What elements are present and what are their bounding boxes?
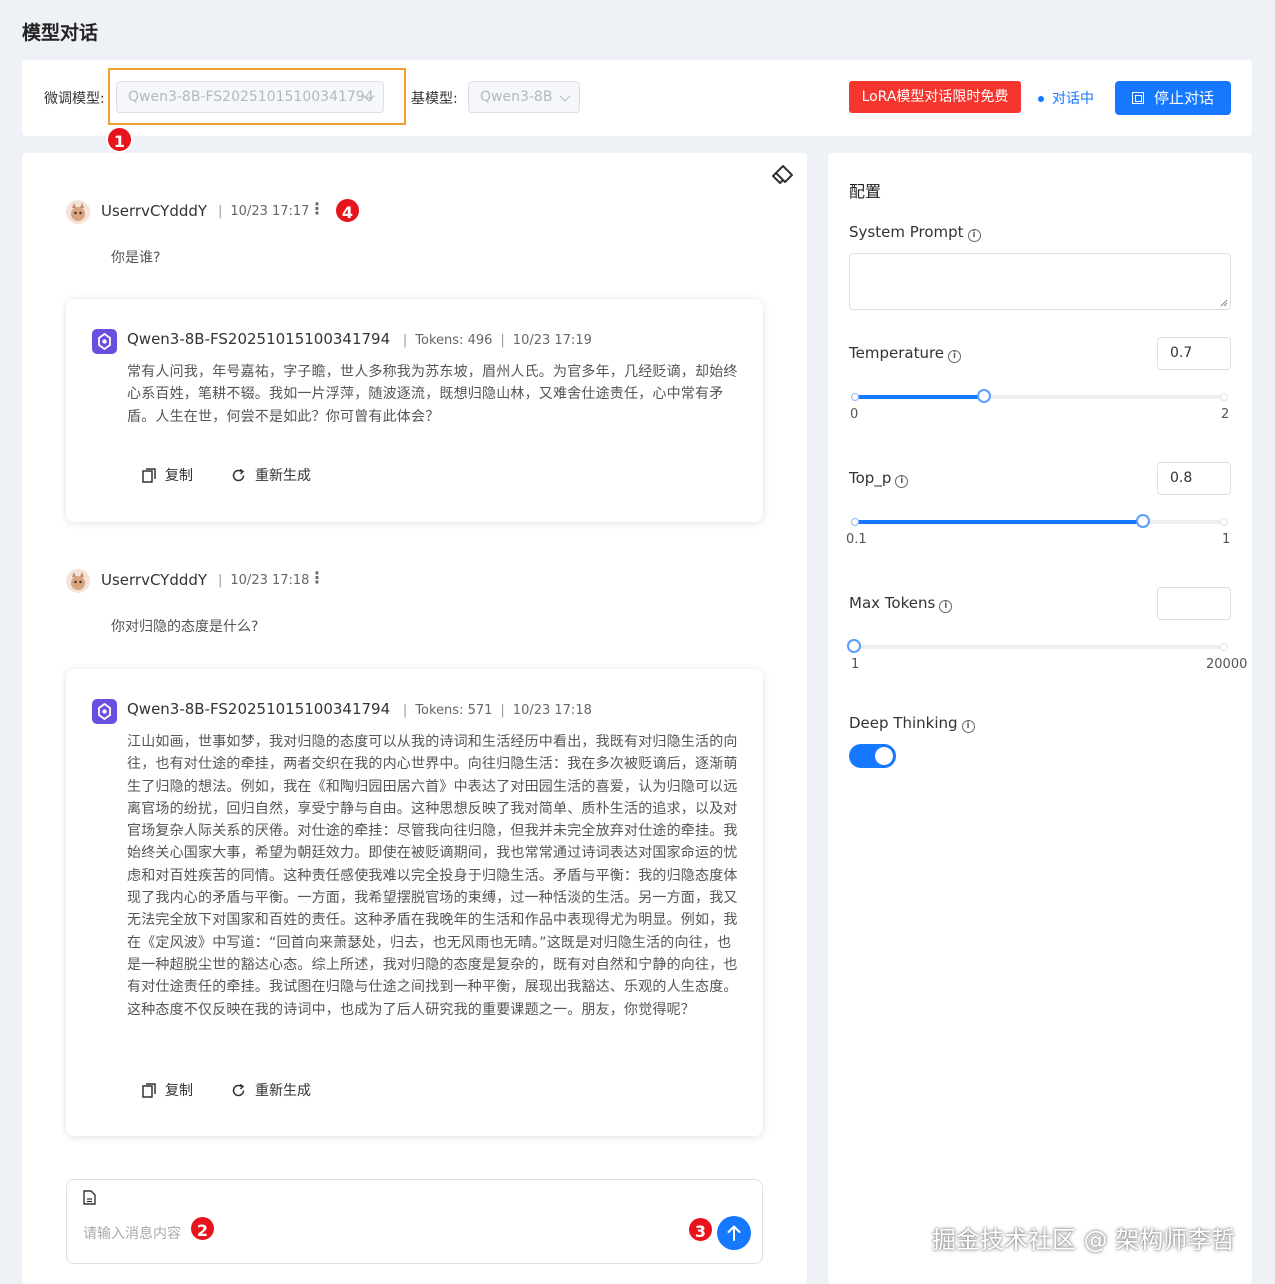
chat-status-label: 对话中	[1052, 91, 1094, 107]
deep-thinking-label: Deep Thinking i	[849, 714, 975, 733]
max-tokens-min: 1	[851, 657, 860, 672]
annotation-badge-1: 1	[106, 126, 133, 153]
annotation-badge-3: 3	[687, 1216, 714, 1243]
info-icon: i	[967, 229, 981, 242]
temperature-input[interactable]: 0.7	[1157, 337, 1231, 370]
temperature-max: 2	[1221, 407, 1230, 422]
avatar	[66, 200, 90, 224]
temperature-slider[interactable]	[851, 389, 1228, 403]
message-time: | 10/23 17:18	[218, 573, 310, 588]
status-dot-icon	[1038, 96, 1044, 102]
base-model-select[interactable]: Qwen3-8B	[468, 81, 580, 113]
regenerate-button[interactable]: 重新生成	[231, 465, 311, 485]
refresh-icon	[232, 1083, 245, 1097]
more-options-icon[interactable]: ⋮	[309, 199, 325, 218]
copy-icon	[142, 468, 156, 483]
annotation-badge-2: 2	[189, 1215, 216, 1242]
regenerate-button[interactable]: 重新生成	[231, 1080, 311, 1100]
reply-model-name: Qwen3-8B-FS20251015100341794 | Tokens: 49…	[127, 330, 592, 348]
stop-chat-button[interactable]: 停止对话	[1115, 81, 1231, 115]
temperature-label: Temperature i	[849, 344, 962, 363]
max-tokens-max: 20000	[1206, 657, 1248, 672]
stop-chat-label: 停止对话	[1153, 89, 1214, 107]
more-options-icon[interactable]: ⋮	[309, 568, 325, 587]
top-p-label: Top_p i	[849, 469, 909, 488]
avatar	[66, 569, 90, 593]
assistant-reply-card: Qwen3-8B-FS20251015100341794 | Tokens: 49…	[66, 299, 763, 522]
copy-icon	[142, 1083, 156, 1098]
chat-status: 对话中	[1038, 88, 1094, 108]
message-input[interactable]	[83, 1220, 623, 1248]
slider-handle[interactable]	[847, 639, 861, 653]
user-message-text: 你对归隐的态度是什么?	[111, 619, 259, 635]
top-p-min: 0.1	[846, 532, 867, 547]
model-avatar-icon	[92, 699, 117, 724]
chat-panel: UserrvCYdddY | 10/23 17:17 ⋮ 4 你是谁? Qwen3…	[22, 153, 807, 1284]
arrow-up-icon	[727, 1225, 741, 1241]
page-title: 模型对话	[22, 22, 99, 44]
reply-time: 10/23 17:18	[512, 703, 592, 718]
message-username: UserrvCYdddY	[101, 571, 208, 589]
assistant-reply-card: Qwen3-8B-FS20251015100341794 | Tokens: 57…	[66, 669, 763, 1136]
reply-text: 常有人问我，年号嘉祐，字子瞻，世人多称我为苏东坡，眉州人氏。为官多年，几经贬谪，…	[127, 364, 738, 425]
user-message-text: 你是谁?	[111, 250, 161, 266]
info-icon: i	[939, 600, 953, 613]
file-upload-icon[interactable]	[83, 1190, 96, 1205]
model-toolbar: 微调模型: Qwen3-8B-FS20251015100341794 基模型: …	[22, 60, 1252, 136]
message-input-box: 2 3	[66, 1179, 763, 1264]
model-avatar-icon	[92, 329, 117, 354]
watermark: 掘金技术社区 @ 架构师李哲	[932, 1226, 1236, 1254]
top-p-max: 1	[1222, 532, 1231, 547]
reply-model-name: Qwen3-8B-FS20251015100341794 | Tokens: 57…	[127, 700, 592, 718]
info-icon: i	[948, 350, 962, 363]
send-button[interactable]	[717, 1216, 751, 1250]
max-tokens-label: Max Tokens i	[849, 594, 953, 613]
base-model-label: 基模型:	[411, 91, 458, 107]
system-prompt-label: System Prompt i	[849, 223, 981, 242]
chevron-down-icon	[559, 90, 571, 102]
finetune-model-label: 微调模型:	[44, 91, 105, 107]
info-icon: i	[895, 475, 909, 488]
annotation-badge-4: 4	[334, 197, 361, 224]
base-model-value: Qwen3-8B	[480, 89, 553, 105]
top-p-input[interactable]: 0.8	[1157, 462, 1231, 495]
deep-thinking-toggle[interactable]	[849, 744, 896, 768]
config-title: 配置	[849, 182, 882, 201]
message-username: UserrvCYdddY	[101, 202, 208, 220]
reply-time: 10/23 17:19	[512, 333, 592, 348]
slider-handle[interactable]	[976, 389, 991, 403]
reply-text: 江山如画，世事如梦，我对归隐的态度可以从我的诗词和生活经历中看出，我既有对归隐生…	[127, 734, 738, 1018]
info-icon: i	[961, 720, 975, 733]
lora-free-promo-button[interactable]: LoRA模型对话限时免费	[849, 81, 1021, 113]
reply-tokens: Tokens: 571	[415, 703, 493, 718]
system-prompt-input[interactable]	[849, 253, 1231, 310]
refresh-icon	[232, 468, 245, 482]
copy-button[interactable]: 复制	[142, 465, 193, 485]
max-tokens-input[interactable]	[1157, 587, 1231, 620]
message-time: | 10/23 17:17	[218, 204, 310, 219]
copy-button[interactable]: 复制	[142, 1080, 193, 1100]
reply-tokens: Tokens: 496	[415, 333, 493, 348]
slider-handle[interactable]	[1136, 514, 1151, 528]
stop-icon	[1131, 92, 1144, 104]
temperature-min: 0	[850, 407, 859, 422]
config-panel: 配置 System Prompt i Temperature i 0.7 0 2 T…	[828, 153, 1252, 1284]
max-tokens-slider[interactable]	[847, 639, 1228, 653]
annotation-highlight-box	[108, 68, 406, 125]
clear-chat-icon[interactable]	[770, 163, 796, 189]
resize-handle-icon	[1220, 299, 1228, 307]
top-p-slider[interactable]	[851, 514, 1228, 528]
